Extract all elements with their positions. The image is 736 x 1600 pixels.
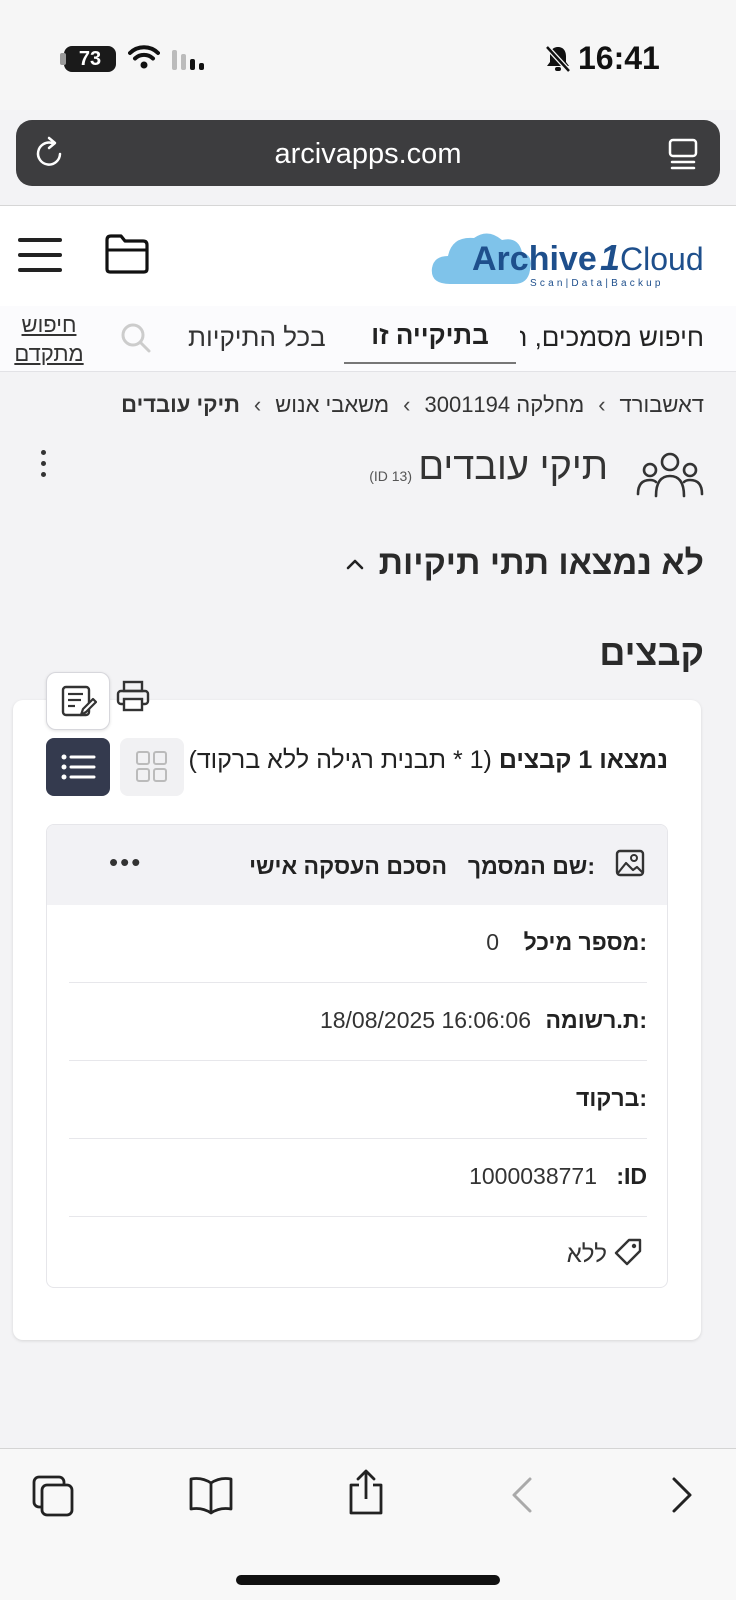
document-card-header: שם המסמך: הסכם העסקה אישי ••• bbox=[47, 825, 667, 905]
menu-icon[interactable] bbox=[18, 238, 62, 272]
field-label: ת.רשומה: bbox=[545, 1007, 647, 1033]
search-bar: חיפוש מתקדם בכל התיקיות בתיקייה זו חיפוש… bbox=[0, 306, 736, 372]
browser-toolbar bbox=[0, 1448, 736, 1600]
field-barcode: ברקוד: bbox=[69, 1061, 647, 1139]
chevron-up-icon[interactable] bbox=[346, 558, 364, 570]
subfolders-heading[interactable]: לא נמצאו תתי תיקיות bbox=[379, 544, 704, 583]
field-label: ID: bbox=[616, 1163, 647, 1189]
wifi-icon bbox=[128, 45, 160, 69]
more-options-icon[interactable] bbox=[38, 450, 48, 480]
field-value: 1000038771 bbox=[469, 1163, 597, 1189]
list-view-button[interactable] bbox=[46, 738, 110, 796]
forward-icon[interactable] bbox=[668, 1475, 696, 1515]
field-container-number: מספר מיכל: 0 bbox=[69, 905, 647, 983]
document-card[interactable]: שם המסמך: הסכם העסקה אישי ••• מספר מיכל:… bbox=[46, 824, 668, 1288]
grid-view-button[interactable] bbox=[120, 738, 184, 796]
grid-view-icon bbox=[136, 751, 167, 782]
document-name-label: שם המסמך: bbox=[467, 853, 595, 879]
breadcrumb-hr[interactable]: משאבי אנוש bbox=[275, 392, 389, 418]
tab-this-folder[interactable]: בתיקייה זו bbox=[344, 306, 516, 364]
address-bar[interactable]: arcivapps.com bbox=[16, 120, 720, 186]
tag-value: ללא bbox=[566, 1241, 607, 1268]
share-icon[interactable] bbox=[346, 1469, 386, 1517]
back-icon[interactable] bbox=[508, 1475, 536, 1515]
search-input[interactable]: חיפוש מסמכים, ח bbox=[520, 322, 704, 356]
edit-list-button[interactable] bbox=[46, 672, 110, 730]
chevron-left-icon: ‹ bbox=[598, 392, 606, 417]
tab-all-folders[interactable]: בכל התיקיות bbox=[188, 322, 326, 353]
svg-text:1: 1 bbox=[600, 237, 620, 278]
files-found-summary: נמצאו 1 קבצים (1 * תבנית רגילה ללא ברקוד… bbox=[188, 746, 669, 775]
field-value: 18/08/2025 16:06:06 bbox=[319, 1007, 531, 1033]
breadcrumb-current: תיקי עובדים bbox=[121, 392, 240, 417]
url-text[interactable]: arcivapps.com bbox=[16, 138, 720, 171]
breadcrumb-department[interactable]: מחלקה 3001194 bbox=[424, 392, 584, 418]
silent-bell-icon bbox=[545, 45, 571, 73]
battery-indicator: 73 bbox=[60, 46, 116, 72]
advanced-search-link[interactable]: חיפוש מתקדם bbox=[10, 310, 88, 368]
more-horizontal-icon[interactable]: ••• bbox=[109, 849, 142, 875]
page-title: תיקי עובדים bbox=[418, 446, 608, 488]
chevron-left-icon: ‹ bbox=[403, 392, 411, 417]
cellular-signal-icon bbox=[172, 50, 204, 70]
status-bar: 73 16:41 bbox=[0, 0, 736, 110]
clock: 16:41 bbox=[578, 40, 660, 76]
document-name-value[interactable]: הסכם העסקה אישי bbox=[249, 853, 447, 880]
chevron-left-icon: ‹ bbox=[253, 392, 262, 417]
page-id: (ID 13) bbox=[369, 468, 412, 484]
app-header: Archive 1 Cloud Scan|Data|Backup bbox=[0, 206, 736, 306]
edit-list-icon bbox=[61, 685, 97, 717]
bookmarks-icon[interactable] bbox=[188, 1475, 234, 1515]
breadcrumb-dashboard[interactable]: דאשבורד bbox=[620, 392, 704, 418]
field-label: מספר מיכל: bbox=[523, 929, 647, 955]
svg-text:Cloud: Cloud bbox=[620, 241, 704, 277]
print-icon[interactable] bbox=[116, 680, 150, 712]
field-value: 0 bbox=[486, 929, 499, 955]
field-record-date: ת.רשומה: 18/08/2025 16:06:06 bbox=[69, 983, 647, 1061]
folder-open-icon[interactable] bbox=[104, 232, 150, 276]
svg-text:Archive: Archive bbox=[472, 240, 597, 278]
svg-text:Scan|Data|Backup: Scan|Data|Backup bbox=[530, 278, 664, 289]
list-view-icon bbox=[61, 754, 96, 780]
search-icon[interactable] bbox=[120, 322, 152, 354]
tab-overview-icon[interactable] bbox=[668, 138, 698, 170]
users-group-icon bbox=[636, 452, 704, 498]
field-label: ברקוד: bbox=[575, 1085, 647, 1111]
files-found-detail: (1 * תבנית רגילה ללא ברקוד) bbox=[188, 746, 492, 774]
breadcrumb: דאשבורד ‹ מחלקה 3001194 ‹ משאבי אנוש ‹ ת… bbox=[121, 392, 704, 418]
tabs-icon[interactable] bbox=[32, 1475, 76, 1519]
field-id: ID: 1000038771 bbox=[69, 1139, 647, 1217]
image-icon bbox=[615, 849, 645, 877]
files-heading: קבצים bbox=[599, 632, 704, 673]
files-found-count: נמצאו 1 קבצים bbox=[498, 746, 668, 774]
tag-row[interactable]: ללא bbox=[69, 1217, 647, 1287]
home-indicator bbox=[236, 1575, 500, 1585]
tag-icon bbox=[614, 1238, 642, 1266]
archive1cloud-logo[interactable]: Archive 1 Cloud Scan|Data|Backup bbox=[430, 226, 720, 292]
